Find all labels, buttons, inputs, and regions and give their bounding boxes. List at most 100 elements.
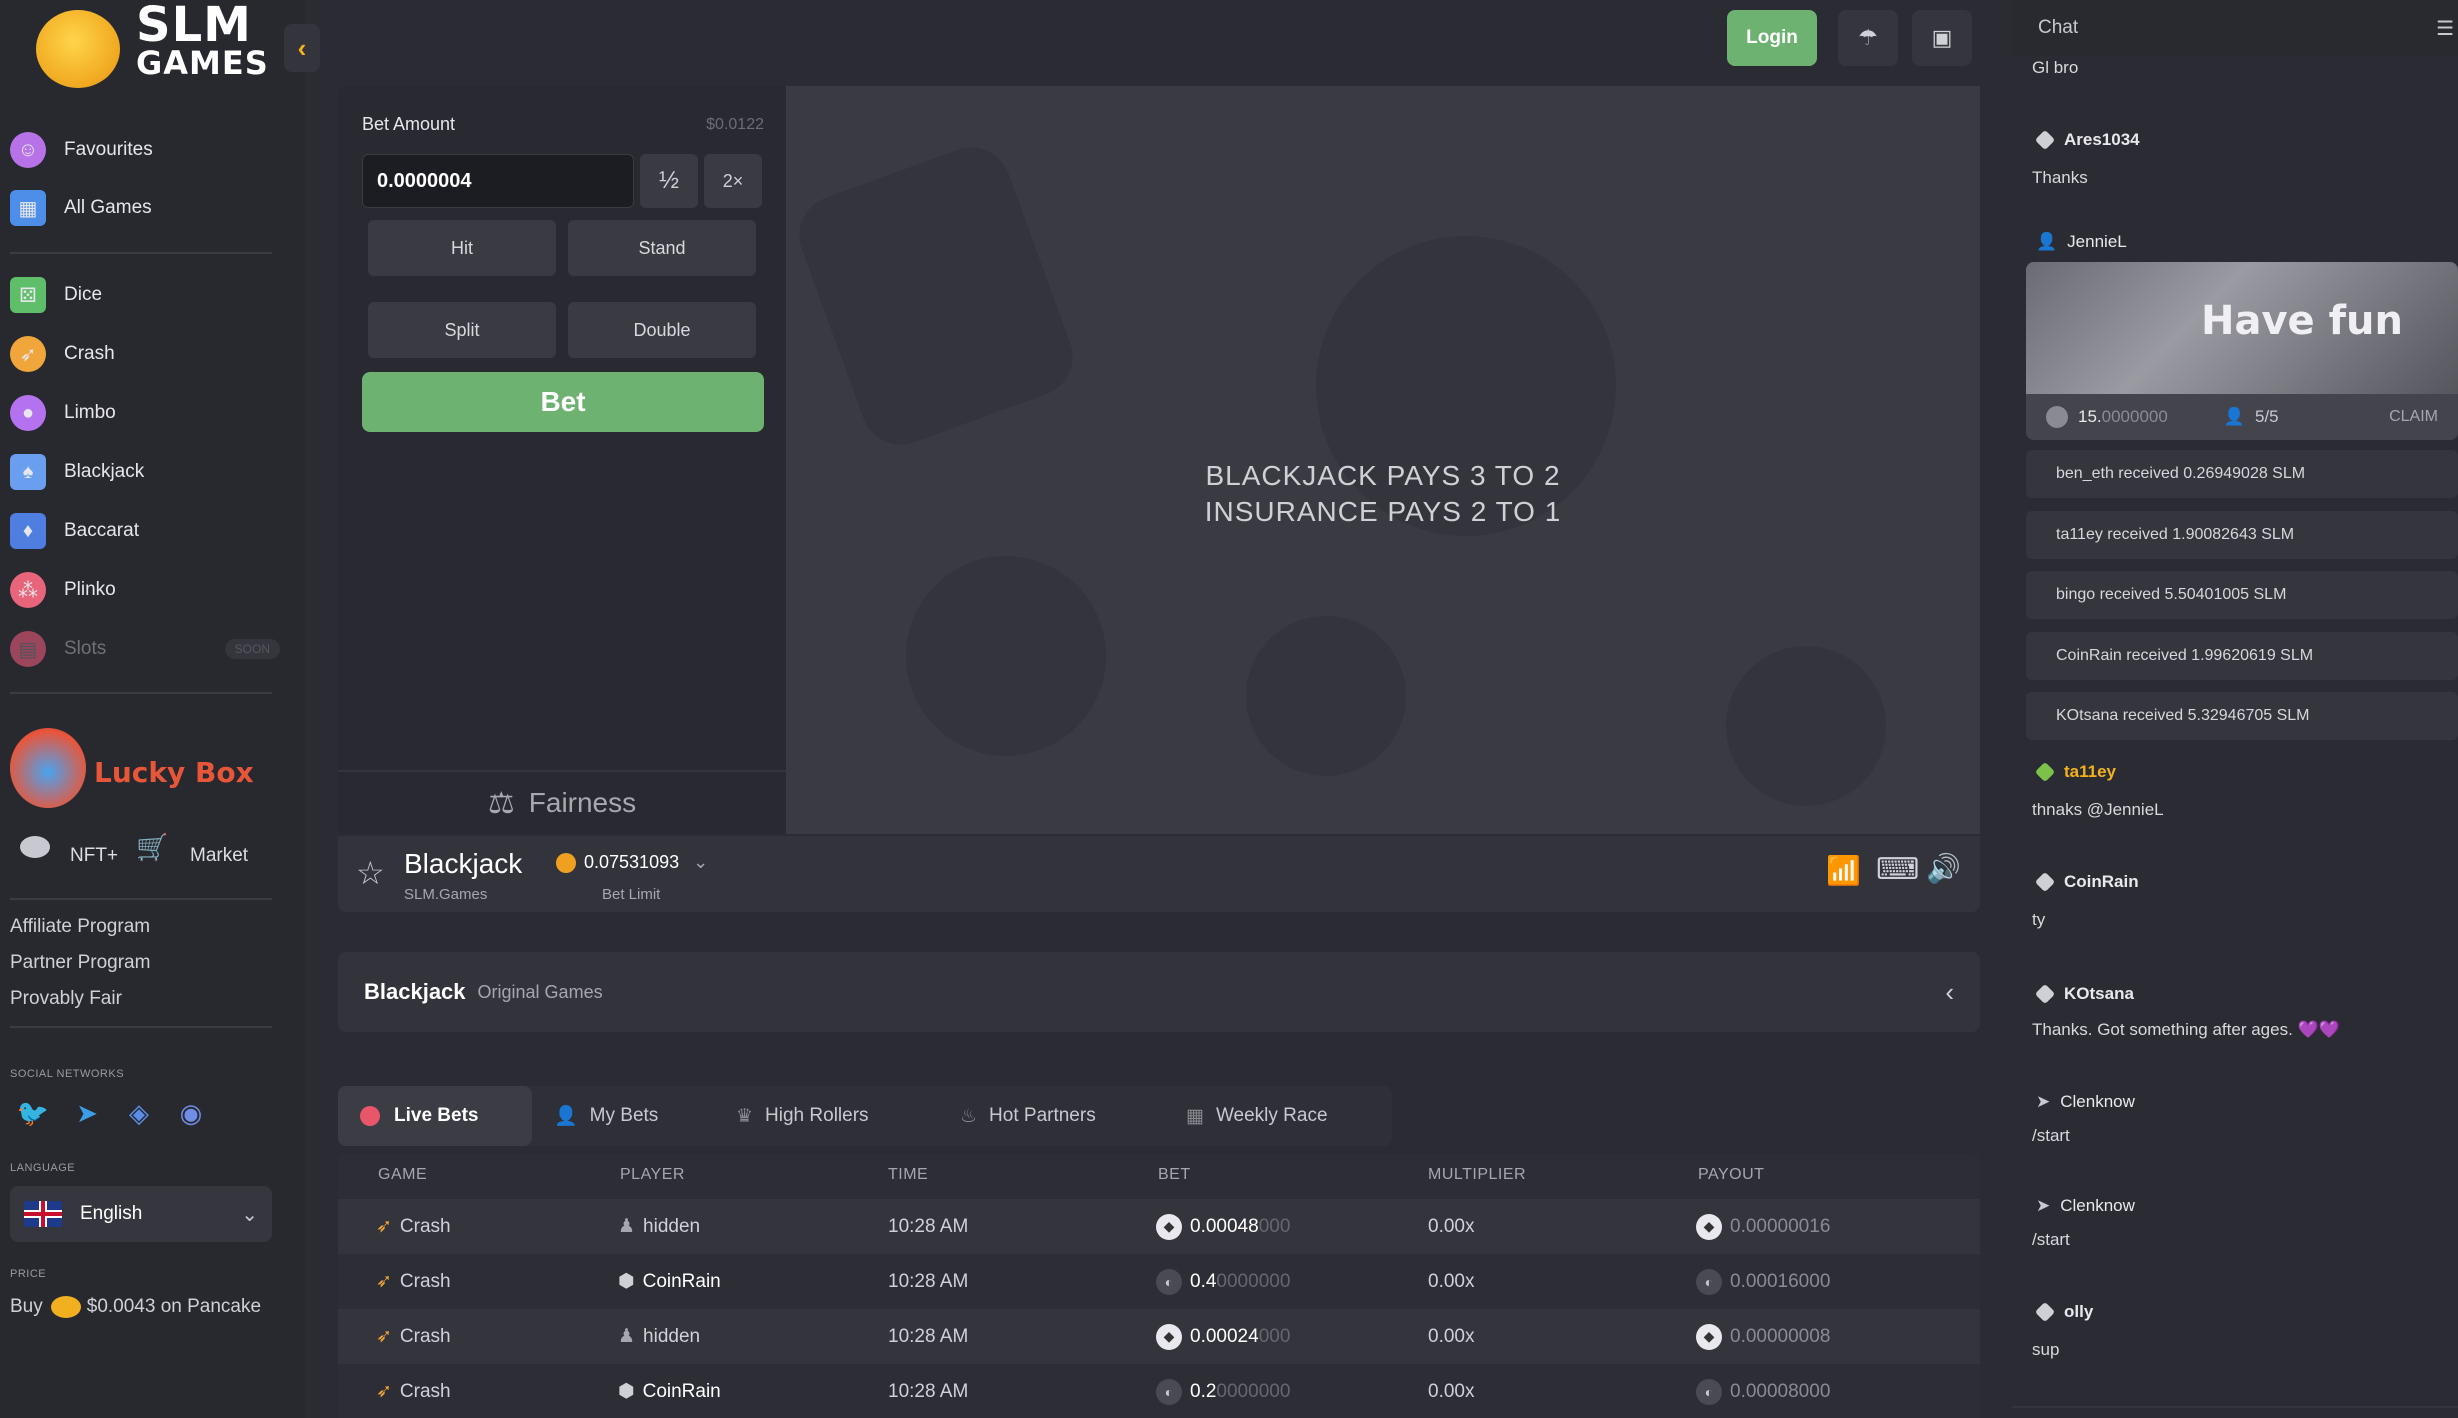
collapse-sidebar-button[interactable]: ‹ bbox=[284, 24, 320, 72]
column-header: PLAYER bbox=[620, 1166, 685, 1183]
market-link[interactable]: Market bbox=[190, 845, 248, 867]
split-button[interactable]: Split bbox=[368, 302, 556, 358]
sidebar-item-label: Baccarat bbox=[64, 520, 139, 541]
nft-icon bbox=[20, 836, 50, 858]
decorative-chip bbox=[906, 556, 1106, 756]
provably-fair-link[interactable]: Provably Fair bbox=[10, 988, 122, 1010]
tab-hot-partners[interactable]: ♨ Hot Partners bbox=[938, 1086, 1118, 1146]
bet-limit-dropdown[interactable]: 0.07531093 ⌄ bbox=[556, 852, 708, 873]
chat-username[interactable]: 👤 JennieL bbox=[2036, 232, 2127, 252]
avatar bbox=[2034, 871, 2056, 893]
chat-message: ty bbox=[2032, 910, 2046, 929]
dice-icon: ⚄ bbox=[10, 277, 46, 313]
affiliate-program-link[interactable]: Affiliate Program bbox=[10, 916, 150, 938]
rain-count: 5/5 bbox=[2255, 407, 2279, 426]
table-row[interactable]: ➶ Crash ⬢ CoinRain 10:28 AM ◐ 0.2 0000000 0.… bbox=[338, 1364, 1980, 1418]
bet-cell-tail: 0000000 bbox=[1216, 1270, 1291, 1292]
favorite-star-icon[interactable]: ☆ bbox=[356, 854, 385, 892]
chat-username[interactable]: KOtsana bbox=[2034, 983, 2134, 1005]
nft-link[interactable]: NFT+ bbox=[70, 845, 118, 867]
time-cell: 10:28 AM bbox=[888, 1380, 969, 1402]
table-row[interactable]: ➶ Crash ♟ hidden 10:28 AM ◆ 0.00024 000 0.00… bbox=[338, 1309, 1980, 1364]
sidebar-item-baccarat[interactable]: ♦ Baccarat bbox=[10, 507, 280, 555]
volume-icon[interactable]: 🔊 bbox=[1926, 852, 1961, 885]
price-value: $0.0043 on Pancake bbox=[86, 1296, 262, 1317]
bet-cell: 0.4 bbox=[1190, 1270, 1217, 1292]
rocket-icon: ➶ bbox=[376, 1216, 392, 1237]
chat-message: sup bbox=[2032, 1340, 2060, 1359]
chevron-down-icon: ⌄ bbox=[241, 1203, 258, 1226]
sidebar-item-crash[interactable]: ➶ Crash bbox=[10, 330, 280, 378]
rain-icon[interactable]: ☂ bbox=[1838, 10, 1898, 66]
language-select[interactable]: English ⌄ bbox=[10, 1186, 272, 1242]
bet-button[interactable]: Bet bbox=[362, 372, 764, 432]
tab-high-rollers[interactable]: ♛ High Rollers bbox=[714, 1086, 891, 1146]
rain-amount: 15. bbox=[2078, 407, 2102, 426]
stand-button[interactable]: Stand bbox=[568, 220, 756, 276]
chat-username[interactable]: ➤ Clenknow bbox=[2036, 1196, 2135, 1216]
time-cell: 10:28 AM bbox=[888, 1215, 969, 1237]
sidebar-item-blackjack[interactable]: ♠ Blackjack bbox=[10, 448, 280, 496]
social-heading: SOCIAL NETWORKS bbox=[10, 1068, 125, 1080]
table-row[interactable]: ➶ Crash ⬢ CoinRain 10:28 AM ◐ 0.4 0000000 0.… bbox=[338, 1254, 1980, 1309]
keyboard-icon[interactable]: ⌨ bbox=[1876, 852, 1919, 887]
player-cell: hidden bbox=[643, 1215, 701, 1237]
double-button[interactable]: Double bbox=[568, 302, 756, 358]
github-icon[interactable]: ◉ bbox=[174, 1096, 208, 1130]
game-description-section[interactable]: Blackjack Original Games ‹ bbox=[338, 952, 1980, 1032]
bet-amount-input[interactable]: 0.0000004 bbox=[362, 154, 634, 208]
sidebar-item-dice[interactable]: ⚄ Dice bbox=[10, 271, 280, 319]
table-row[interactable]: ➶ Crash ♟ hidden 10:28 AM ◆ 0.00048 000 0.00… bbox=[338, 1199, 1980, 1254]
partner-program-link[interactable]: Partner Program bbox=[10, 952, 150, 974]
logo[interactable]: SLM GAMES bbox=[136, 1, 269, 84]
sidebar-item-plinko[interactable]: ⁂ Plinko bbox=[10, 566, 280, 614]
chat-username[interactable]: ta11ey bbox=[2034, 761, 2116, 783]
divider bbox=[10, 252, 272, 254]
tab-my-bets[interactable]: 👤 My Bets bbox=[532, 1086, 680, 1146]
fairness-button[interactable]: ⚖ Fairness bbox=[338, 770, 786, 834]
chat-username[interactable]: ➤ Clenknow bbox=[2036, 1092, 2135, 1112]
twitter-icon[interactable]: 🐦 bbox=[16, 1096, 50, 1130]
lucky-box-label[interactable]: Lucky Box bbox=[94, 756, 254, 789]
balloon-icon: ● bbox=[10, 395, 46, 431]
tab-label: Weekly Race bbox=[1215, 1105, 1328, 1126]
tab-weekly-race[interactable]: ▦ Weekly Race bbox=[1164, 1086, 1350, 1146]
avatar bbox=[2034, 761, 2056, 783]
sidebar-item-favourites[interactable]: ☺ Favourites bbox=[10, 126, 280, 174]
tab-label: Live Bets bbox=[394, 1105, 479, 1126]
chevron-left-icon[interactable]: ‹ bbox=[1945, 977, 1954, 1008]
lucky-box-icon[interactable] bbox=[10, 728, 86, 808]
scale-icon: ⚖ bbox=[487, 786, 515, 820]
chat-username[interactable]: CoinRain bbox=[2034, 871, 2139, 893]
stats-icon[interactable]: 📶 bbox=[1826, 854, 1861, 887]
bet-cell-tail: 000 bbox=[1258, 1215, 1291, 1237]
logo-mascot-icon[interactable] bbox=[36, 10, 120, 88]
sidebar-item-label: All Games bbox=[64, 197, 152, 218]
grid-icon: ▦ bbox=[10, 190, 46, 226]
hit-button[interactable]: Hit bbox=[368, 220, 556, 276]
sidebar-item-limbo[interactable]: ● Limbo bbox=[10, 389, 280, 437]
gitbook-icon[interactable]: ◈ bbox=[122, 1096, 156, 1130]
rain-receipt: bingo received 5.50401005 SLM bbox=[2026, 571, 2458, 619]
double-bet-button[interactable]: 2× bbox=[704, 154, 762, 208]
login-button[interactable]: Login bbox=[1727, 10, 1817, 66]
price-row[interactable]: Buy $0.0043 on Pancake bbox=[10, 1296, 261, 1318]
multiplier-cell: 0.00x bbox=[1428, 1325, 1475, 1347]
sidebar-item-label: Slots bbox=[64, 638, 107, 659]
menu-icon[interactable]: ☰ bbox=[2436, 16, 2454, 41]
claim-button[interactable]: CLAIM bbox=[2389, 408, 2438, 426]
calendar-icon: ▦ bbox=[1186, 1105, 1204, 1127]
bet-cell-tail: 000 bbox=[1258, 1325, 1291, 1347]
chat-username[interactable]: Ares1034 bbox=[2034, 129, 2140, 151]
tab-label: High Rollers bbox=[765, 1105, 869, 1126]
sidebar-item-all-games[interactable]: ▦ All Games bbox=[10, 184, 280, 232]
bet-cell: 0.00048 bbox=[1190, 1215, 1259, 1237]
chat-toggle-icon[interactable]: ▣ bbox=[1912, 10, 1972, 66]
rain-banner[interactable]: Have fun 15. 0000000 👤 5/5 CLAIM bbox=[2026, 262, 2458, 440]
sidebar-item-slots[interactable]: ▤ Slots SOON bbox=[10, 625, 280, 673]
chat-username[interactable]: olly bbox=[2034, 1301, 2093, 1323]
logo-text-line2: GAMES bbox=[136, 44, 269, 82]
telegram-icon[interactable]: ➤ bbox=[70, 1096, 104, 1130]
half-bet-button[interactable]: ½ bbox=[640, 154, 698, 208]
tab-live-bets[interactable]: Live Bets bbox=[338, 1086, 532, 1146]
